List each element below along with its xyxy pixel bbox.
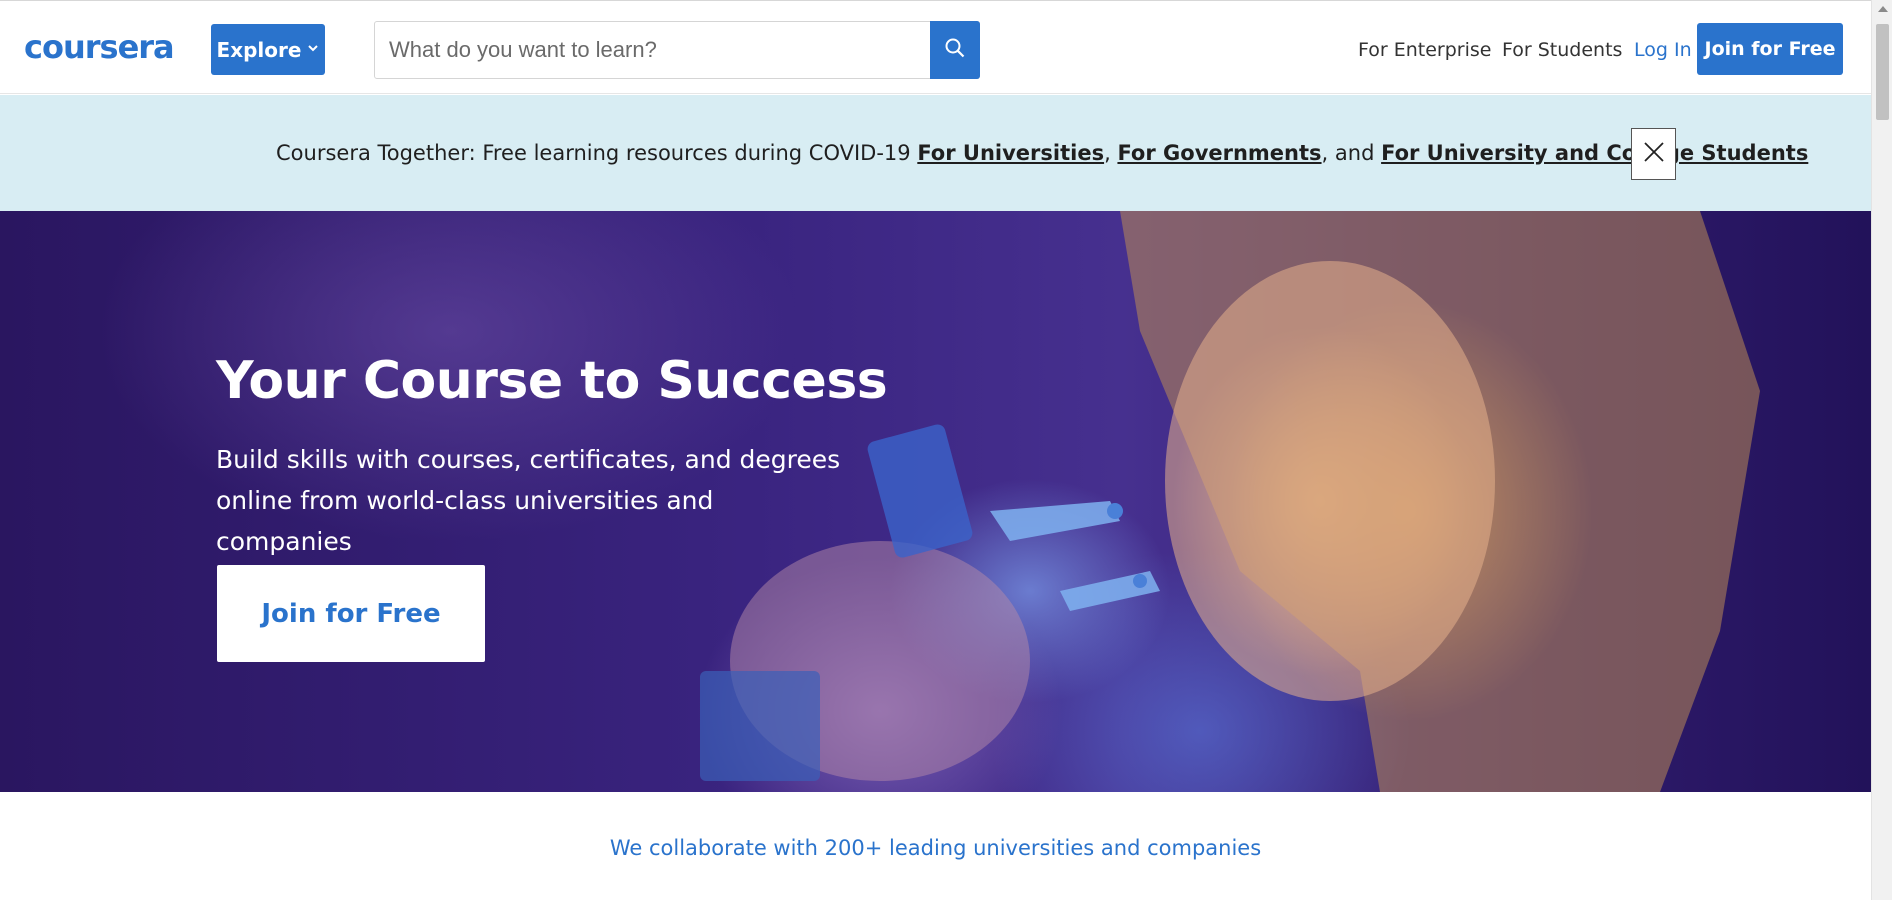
hero-section: Your Course to Success Build skills with… bbox=[0, 211, 1871, 792]
covid-banner: Coursera Together: Free learning resourc… bbox=[0, 95, 1871, 211]
explore-label: Explore bbox=[216, 37, 302, 62]
banner-prefix: Coursera Together: Free learning resourc… bbox=[276, 141, 918, 165]
hero-subtitle: Build skills with courses, certificates,… bbox=[216, 445, 841, 556]
banner-separator: , and bbox=[1321, 141, 1382, 165]
hero-title: Your Course to Success bbox=[216, 351, 888, 411]
login-link[interactable]: Log In bbox=[1634, 39, 1692, 61]
close-icon bbox=[1643, 141, 1665, 167]
scrollbar-thumb[interactable] bbox=[1876, 24, 1889, 120]
banner-close-button[interactable] bbox=[1631, 128, 1676, 180]
join-for-free-button-header[interactable]: Join for Free bbox=[1697, 23, 1843, 75]
chevron-down-icon bbox=[307, 42, 319, 58]
partners-heading: We collaborate with 200+ leading univers… bbox=[609, 836, 1262, 860]
for-college-students-link[interactable]: For University and College Students bbox=[1381, 141, 1808, 165]
search-input[interactable] bbox=[375, 22, 930, 78]
scrollbar[interactable] bbox=[1871, 0, 1892, 900]
for-students-link[interactable]: For Students bbox=[1502, 39, 1622, 61]
banner-message: Coursera Together: Free learning resourc… bbox=[276, 141, 1808, 165]
scroll-up-arrow-icon[interactable] bbox=[1878, 6, 1888, 12]
header: coursera Explore For Enterprise For Stud… bbox=[0, 0, 1871, 94]
page: coursera Explore For Enterprise For Stud… bbox=[0, 0, 1892, 900]
search-icon bbox=[944, 37, 966, 63]
search-bar bbox=[374, 21, 980, 79]
banner-separator: , bbox=[1104, 141, 1118, 165]
for-enterprise-link[interactable]: For Enterprise bbox=[1358, 39, 1491, 61]
for-governments-link[interactable]: For Governments bbox=[1117, 141, 1321, 165]
join-for-free-button-hero[interactable]: Join for Free bbox=[217, 565, 485, 662]
explore-button[interactable]: Explore bbox=[211, 24, 325, 75]
for-universities-link[interactable]: For Universities bbox=[917, 141, 1104, 165]
search-button[interactable] bbox=[930, 21, 980, 79]
coursera-logo[interactable]: coursera bbox=[24, 28, 175, 66]
